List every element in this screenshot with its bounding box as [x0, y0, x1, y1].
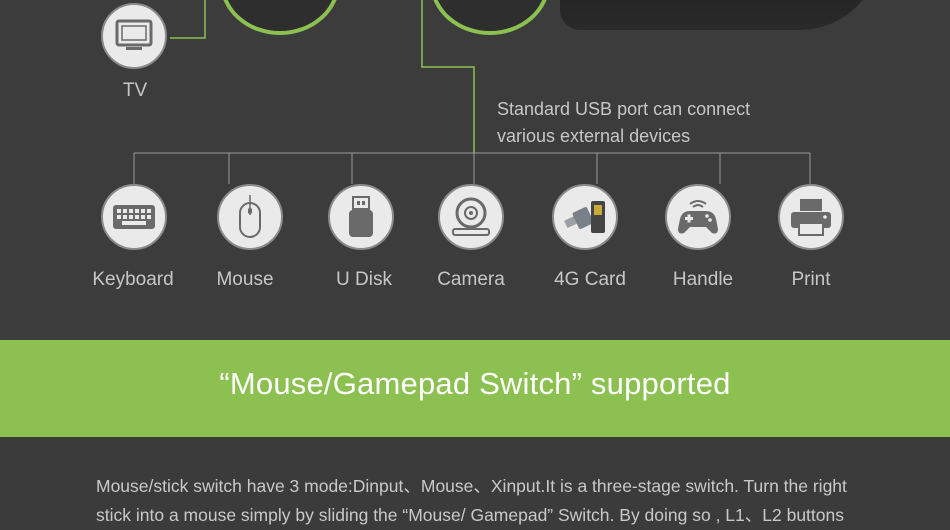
device-label-camera: Camera [437, 269, 505, 290]
usb-note: Standard USB port can connect various ex… [497, 96, 750, 150]
keyboard-icon-circle [101, 184, 167, 250]
usb-disk-icon [349, 196, 373, 237]
device-label-u-disk: U Disk [336, 269, 392, 290]
connectivity-section: TV Standard USB port can connect various… [0, 0, 950, 340]
usb-note-line1: Standard USB port can connect [497, 99, 751, 119]
device-label-print: Print [791, 269, 831, 290]
gamepad-icon [678, 200, 718, 234]
usb-disk-icon-circle [328, 184, 394, 250]
gamepad-icon-circle [665, 184, 731, 250]
mouse-icon [239, 195, 261, 238]
description-line2: stick into a mouse simply by sliding the… [96, 505, 844, 525]
keyboard-icon [113, 205, 155, 229]
device-label-4g-card: 4G Card [554, 269, 626, 290]
device-label-handle: Handle [672, 269, 734, 290]
device-label-mouse: Mouse [216, 269, 274, 290]
sim-card-icon [564, 201, 605, 233]
camera-icon-circle [438, 184, 504, 250]
description: Mouse/stick switch have 3 mode:Dinput、Mo… [96, 472, 886, 530]
printer-icon-circle [778, 184, 844, 250]
tv-icon-circle [101, 3, 167, 69]
usb-note-line2: various external devices [497, 126, 691, 146]
banner-title: “Mouse/Gamepad Switch” supported [219, 366, 731, 401]
description-line1: Mouse/stick switch have 3 mode:Dinput、Mo… [96, 476, 847, 496]
tv-icon [115, 19, 153, 50]
camera-icon [452, 197, 490, 236]
tv-label: TV [122, 80, 148, 101]
mouse-icon-circle [217, 184, 283, 250]
device-label-keyboard: Keyboard [92, 269, 174, 290]
printer-icon [791, 199, 831, 236]
sim-card-icon-circle [552, 184, 618, 250]
